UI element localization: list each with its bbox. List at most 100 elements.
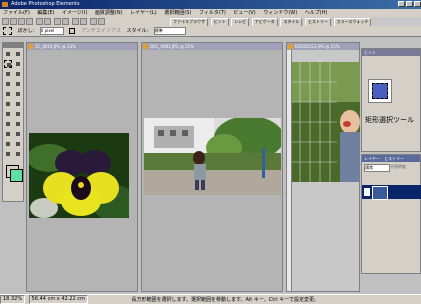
menu-help[interactable]: ヘルプ(H) — [302, 9, 331, 17]
tab-hints[interactable]: ヒント — [210, 18, 229, 26]
layer-thumbnail — [372, 186, 388, 200]
menu-file[interactable]: ファイル(F) — [0, 9, 33, 17]
red-eye-icon[interactable] — [14, 90, 22, 98]
toolbox — [2, 42, 24, 202]
menu-enhance[interactable]: 画質調整(N) — [92, 9, 126, 17]
menu-edit[interactable]: 編集(E) — [34, 9, 57, 17]
magic-wand-icon[interactable] — [4, 70, 12, 78]
toolbox-title — [3, 43, 23, 48]
new-file-icon[interactable] — [2, 18, 9, 25]
layers-palette-tabs: レイヤー ヒストリー — [362, 155, 420, 162]
canvas[interactable] — [142, 50, 282, 291]
document-title-bar[interactable]: DSC00153.JPG @ 25% — [287, 43, 359, 50]
redo-icon[interactable] — [62, 18, 69, 25]
rotate-icon[interactable] — [90, 18, 97, 25]
document-window-2[interactable]: DSC_0081.JPG @ 25% — [141, 42, 283, 292]
antialias-checkbox[interactable] — [69, 27, 76, 34]
document-title: 1C_0016.JPG @ 33% — [35, 44, 76, 49]
menu-image[interactable]: イメージ(I) — [59, 9, 90, 17]
dodge-tool-icon[interactable] — [4, 140, 12, 148]
tab-swatches[interactable]: カラースウォッチ — [333, 18, 372, 26]
crop-tool-icon[interactable] — [14, 80, 22, 88]
blur-tool-icon[interactable] — [4, 130, 12, 138]
document-icon — [143, 44, 148, 49]
document-title-bar[interactable]: DSC_0081.JPG @ 25% — [142, 43, 282, 50]
undo-icon[interactable] — [54, 18, 61, 25]
tab-history[interactable]: ヒストリー — [304, 18, 331, 26]
menu-filter[interactable]: フィルタ(T) — [196, 9, 229, 17]
save-icon[interactable] — [18, 18, 25, 25]
shape-tool-icon[interactable] — [4, 90, 12, 98]
blend-mode-value: 通常 — [365, 165, 373, 170]
menu-layer[interactable]: レイヤー(L) — [127, 9, 160, 17]
status-hint-text: 長方形範囲を選択します。選択範囲を移動します。Alt キー、Ctrl キーで設定… — [131, 297, 319, 303]
lasso-tool-icon[interactable] — [14, 60, 22, 68]
bucket-tool-icon[interactable] — [14, 110, 22, 118]
move-tool-icon[interactable] — [4, 50, 12, 58]
hand-tool-icon[interactable] — [4, 150, 12, 158]
tab-file-browser[interactable]: ファイルブラウザ — [170, 18, 208, 26]
style-value: 標準 — [154, 27, 163, 33]
canvas[interactable] — [287, 50, 360, 291]
layers-palette: レイヤー ヒストリー 通常 不透明度 — [361, 154, 421, 274]
layer-row[interactable] — [362, 185, 421, 200]
app-icon — [2, 2, 8, 7]
help-icon[interactable] — [98, 18, 105, 25]
print-icon[interactable] — [26, 18, 33, 25]
options-bar: ぼかし: 0 pixel アンチエイリアス スタイル: 標準 — [0, 26, 421, 37]
email-icon[interactable] — [44, 18, 51, 25]
eyedropper-icon[interactable] — [14, 140, 22, 148]
tab-styles[interactable]: スタイル — [280, 18, 303, 26]
clone-stamp-icon[interactable] — [14, 120, 22, 128]
close-button[interactable] — [414, 1, 421, 7]
document-title: DSC00153.JPG @ 25% — [295, 44, 340, 49]
search-icon[interactable] — [80, 18, 87, 25]
canvas[interactable] — [27, 50, 137, 291]
document-icon — [28, 44, 33, 49]
document-size: 56.44 cm x 42.22 cm — [28, 295, 88, 304]
zoom-tool-icon[interactable] — [14, 50, 22, 58]
pencil-tool-icon[interactable] — [14, 100, 22, 108]
status-bar: 18.32% 56.44 cm x 42.22 cm 長方形範囲を選択します。選… — [0, 294, 421, 304]
menu-select[interactable]: 選択範囲(S) — [161, 9, 194, 17]
zoom-level[interactable]: 18.32% — [0, 295, 26, 304]
boy-photo — [292, 62, 360, 182]
tab-navigator[interactable]: ナビゲータ — [251, 18, 278, 26]
hints-palette: ヒント 矩形選択ツール — [361, 48, 421, 152]
brush-tool-icon[interactable] — [4, 100, 12, 108]
feather-value: 0 pixel — [40, 27, 55, 33]
document-window-3[interactable]: DSC00153.JPG @ 25% — [286, 42, 360, 292]
marquee-preview-icon — [368, 79, 392, 103]
tab-recipes[interactable]: レシピ — [231, 18, 250, 26]
background-color-swatch[interactable] — [10, 169, 23, 182]
document-title-bar[interactable]: 1C_0016.JPG @ 33% — [27, 43, 137, 50]
quick-fix-icon[interactable] — [72, 18, 79, 25]
menu-window[interactable]: ウィンドウ(W) — [260, 9, 300, 17]
style-select[interactable]: 標準 — [153, 26, 186, 35]
maximize-button[interactable] — [406, 1, 413, 7]
minimize-button[interactable] — [398, 1, 405, 7]
web-icon[interactable] — [36, 18, 43, 25]
menu-view[interactable]: ビュー(V) — [230, 9, 258, 17]
eraser-tool-icon[interactable] — [4, 110, 12, 118]
tab-history-palette[interactable]: ヒストリー — [384, 156, 404, 161]
selection-brush-icon[interactable] — [14, 70, 22, 78]
app-title: Adobe Photoshop Elements — [11, 1, 80, 7]
gradient-tool-icon[interactable] — [4, 120, 12, 128]
open-file-icon[interactable] — [10, 18, 17, 25]
feather-input[interactable]: 0 pixel — [39, 26, 64, 35]
zoom-glass-icon[interactable] — [14, 150, 22, 158]
tab-layers[interactable]: レイヤー — [364, 156, 380, 161]
eye-icon[interactable] — [364, 188, 370, 196]
shortcuts-toolbar — [0, 17, 170, 26]
app-title-bar: Adobe Photoshop Elements — [0, 0, 421, 9]
marquee-tool-icon[interactable] — [4, 60, 12, 68]
marquee-tool-icon — [3, 26, 12, 35]
opacity-label: 不透明度 — [390, 164, 406, 169]
blend-mode-select[interactable]: 通常 — [364, 164, 390, 172]
document-window-1[interactable]: 1C_0016.JPG @ 33% — [26, 42, 138, 292]
document-icon — [288, 44, 293, 49]
sponge-tool-icon[interactable] — [14, 130, 22, 138]
type-tool-icon[interactable] — [4, 80, 12, 88]
child-photo — [144, 118, 281, 195]
